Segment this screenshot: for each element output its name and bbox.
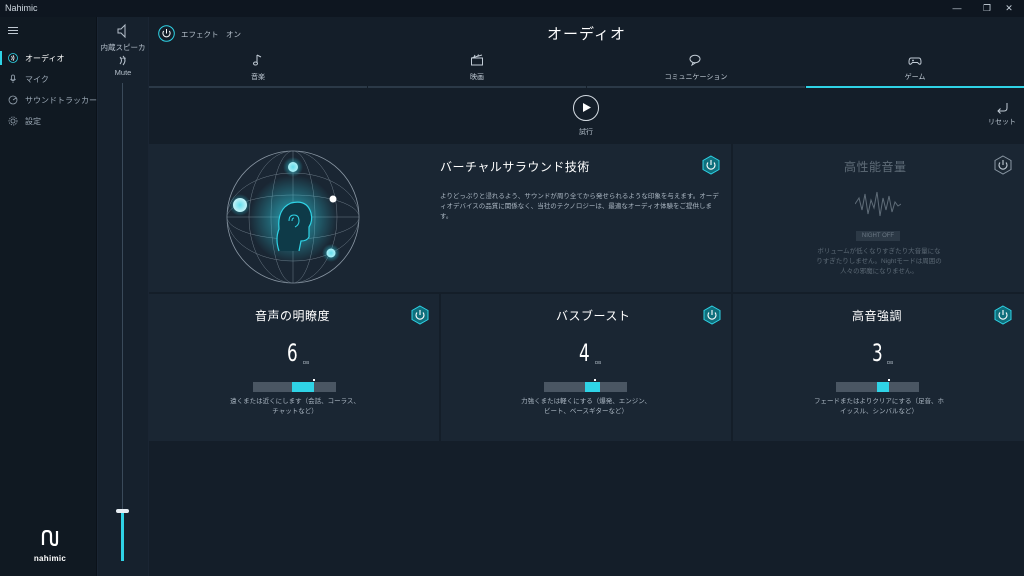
tab-label: 映画 (470, 74, 484, 81)
treble-title: 高音強調 (852, 309, 903, 323)
chat-bubbles-icon (689, 54, 701, 67)
tab-label: 音楽 (251, 74, 265, 81)
clapperboard-icon (471, 54, 483, 66)
volume-slider-track[interactable] (122, 83, 123, 560)
reset-icon[interactable] (995, 102, 1009, 114)
bass-boost-title: バスブースト (556, 309, 631, 323)
hamburger-menu-icon[interactable] (8, 27, 18, 35)
voice-clarity-unit: DB (303, 360, 310, 365)
virtual-surround-power-button[interactable] (701, 155, 721, 175)
voice-clarity-description: 遠くまたは近くにします（会話、コーラス、チャットなど） (230, 398, 360, 415)
mute-toggle-icon[interactable] (118, 55, 128, 66)
surround-sphere-illustration (226, 150, 360, 284)
waveform-icon (855, 191, 901, 217)
nahimic-logo-icon (41, 529, 59, 547)
tab-label: ゲーム (904, 74, 926, 81)
header: エフェクト オン オーディオ (149, 17, 1024, 50)
volume-boost-panel: 高性能音量 NIGHT OFF ボリュームが低くなりすぎたり大音量になりすぎたり… (733, 144, 1024, 292)
treble-slider-marker (888, 379, 890, 381)
title-bar: Nahimic — ❐ ✕ (0, 0, 1024, 17)
virtual-surround-title: バーチャルサラウンド技術 (440, 160, 590, 174)
brand-logo: nahimic (22, 529, 78, 563)
treble-slider[interactable] (836, 379, 919, 392)
bass-boost-value: 4 (579, 339, 590, 367)
profile-tabs: 音楽 映画 コミュニケーション ゲーム (149, 50, 1024, 88)
play-test-label: 試行 (579, 129, 593, 136)
sidebar-item-audio[interactable]: オーディオ (0, 48, 97, 68)
virtual-surround-description: よりどっぷりと浸れるよう、サウンドが周り全てから発せられるような印象を与えます。… (440, 193, 719, 220)
tab-label: コミュニケーション (664, 74, 728, 81)
treble-power-button[interactable] (993, 305, 1013, 325)
sidebar-item-sound-tracker[interactable]: サウンドトラッカー (0, 90, 97, 110)
volume-slider-thumb[interactable] (116, 509, 129, 513)
virtual-surround-panel: バーチャルサラウンド技術 よりどっぷりと浸れるよう、サウンドが周り全てから発せら… (149, 144, 731, 292)
tab-communication[interactable]: コミュニケーション (587, 50, 805, 88)
sidebar-item-settings[interactable]: 設定 (0, 111, 97, 131)
voice-clarity-slider-marker (313, 379, 315, 381)
night-mode-button[interactable]: NIGHT OFF (856, 231, 900, 241)
voice-clarity-value: 6 (287, 339, 298, 367)
bass-boost-panel: バスブースト 4 DB 力強くまたは軽くにする（爆発、エンジン、ビート、ベースギ… (441, 294, 731, 441)
app-title: Nahimic (5, 3, 38, 13)
brand-wordmark: nahimic (33, 554, 67, 563)
volume-boost-power-button[interactable] (993, 155, 1013, 175)
sidebar-item-label: 設定 (25, 116, 41, 126)
sidebar-item-label: オーディオ (25, 53, 65, 63)
tab-movie[interactable]: 映画 (368, 50, 586, 88)
music-note-icon (253, 54, 262, 66)
audio-wave-icon (8, 53, 18, 63)
tab-music[interactable]: 音楽 (149, 50, 367, 88)
treble-unit: DB (887, 360, 894, 365)
bass-boost-slider-marker (594, 379, 596, 381)
treble-panel: 高音強調 3 DB フェードまたはよりクリアにする（足音、ホイッスル、シンバルな… (733, 294, 1024, 441)
bass-boost-slider[interactable] (544, 379, 627, 392)
microphone-icon (8, 74, 18, 84)
sidebar-item-label: マイク (25, 74, 49, 84)
bass-boost-unit: DB (595, 360, 602, 365)
treble-value: 3 (872, 339, 883, 367)
page-title: オーディオ (547, 26, 626, 43)
sound-tracker-icon (8, 95, 18, 105)
toolbar: 試行 リセット (149, 88, 1024, 143)
play-test-button[interactable] (573, 95, 599, 121)
sidebar: オーディオ マイク サウンドトラッカー 設定 nahimic (0, 17, 97, 576)
tab-game[interactable]: ゲーム (806, 50, 1024, 88)
voice-clarity-slider[interactable] (253, 379, 336, 392)
mute-label: Mute (114, 68, 132, 77)
close-button[interactable]: ✕ (994, 0, 1024, 17)
voice-clarity-panel: 音声の明瞭度 6 DB 遠くまたは近くにします（会話、コーラス、チャットなど） (149, 294, 439, 441)
voice-clarity-power-button[interactable] (410, 305, 430, 325)
treble-slider-fill (877, 382, 889, 392)
play-icon (583, 103, 591, 112)
main-area: エフェクト オン オーディオ 音楽 映画 コミュニケーション ゲーム 試行 リセ… (149, 17, 1024, 576)
sidebar-item-label: サウンドトラッカー (25, 95, 97, 105)
gamepad-icon (908, 57, 922, 65)
reset-button[interactable]: リセット (984, 117, 1020, 127)
treble-description: フェードまたはよりクリアにする（足音、ホイッスル、シンバルなど） (814, 398, 944, 415)
bass-boost-power-button[interactable] (702, 305, 722, 325)
sidebar-item-mic[interactable]: マイク (0, 69, 97, 89)
device-volume-column: 内蔵スピーカー Mute (98, 17, 148, 576)
voice-clarity-slider-fill (292, 382, 314, 392)
bass-boost-slider-fill (585, 382, 600, 392)
bass-boost-description: 力強くまたは軽くにする（爆発、エンジン、ビート、ベースギターなど） (521, 398, 651, 415)
volume-slider-fill (121, 511, 124, 561)
minimize-button[interactable]: — (942, 0, 972, 17)
volume-boost-title: 高性能音量 (844, 160, 907, 174)
voice-clarity-title: 音声の明瞭度 (255, 309, 331, 323)
volume-boost-description: ボリュームが低くなりすぎたり大音量になりすぎたりしません。Nightモードは周囲… (816, 248, 942, 275)
speaker-icon[interactable] (115, 23, 131, 39)
gear-icon (8, 116, 18, 126)
